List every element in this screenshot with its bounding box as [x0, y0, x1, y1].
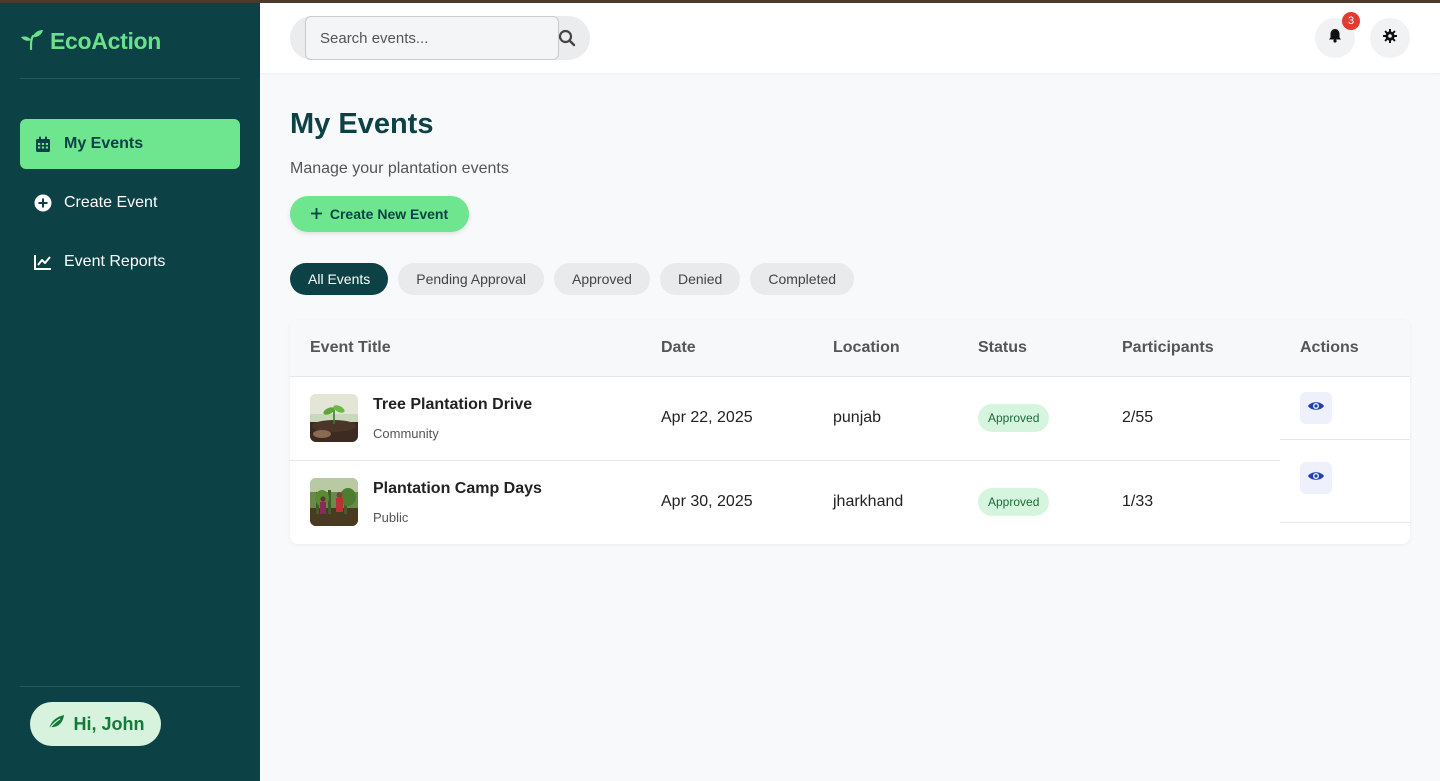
greeting-text: Hi, John	[73, 713, 145, 734]
event-participants: 1/33	[1122, 493, 1154, 510]
column-header: Status	[978, 339, 1027, 356]
sidebar-item-my-events[interactable]: My Events	[20, 119, 240, 169]
search-input[interactable]	[305, 16, 559, 60]
sidebar-divider	[20, 78, 240, 79]
sidebar-nav: My Events Create Event Event Reports	[20, 119, 240, 296]
column-header: Actions	[1300, 339, 1359, 356]
create-button-label: Create New Event	[329, 206, 449, 222]
brand-logo[interactable]: EcoAction	[20, 26, 161, 56]
filter-approved[interactable]: Approved	[554, 263, 650, 295]
sidebar-item-label: Create Event	[64, 194, 158, 211]
top-header: 3	[260, 3, 1440, 73]
gear-icon	[1383, 28, 1397, 48]
row-actions	[1280, 440, 1410, 523]
eye-icon	[1307, 469, 1325, 487]
view-event-button[interactable]	[1300, 392, 1332, 424]
table-row: Plantation Camp Days Public Apr 30, 2025…	[290, 461, 1280, 543]
event-title[interactable]: Tree Plantation Drive	[373, 396, 532, 414]
user-greeting[interactable]: Hi, John	[30, 702, 161, 746]
sidebar-item-event-reports[interactable]: Event Reports	[20, 237, 240, 287]
page-title: My Events	[290, 108, 434, 140]
status-badge: Approved	[978, 404, 1050, 432]
line-chart-icon	[34, 253, 52, 271]
event-location: jharkhand	[833, 493, 904, 510]
status-badge: Approved	[978, 488, 1050, 516]
column-header: Location	[833, 339, 900, 356]
event-thumbnail	[310, 478, 358, 526]
column-header: Date	[661, 339, 696, 356]
event-thumbnail	[310, 394, 358, 442]
sidebar-divider	[20, 686, 240, 687]
search-icon[interactable]	[558, 29, 576, 47]
event-date: Apr 30, 2025	[661, 493, 753, 510]
leaf-icon	[47, 714, 65, 735]
page-subtitle: Manage your plantation events	[290, 160, 509, 177]
filter-denied[interactable]: Denied	[659, 263, 741, 295]
notification-badge: 3	[1342, 12, 1360, 30]
bell-icon	[1328, 28, 1342, 48]
search-bar	[290, 16, 590, 60]
event-participants: 2/55	[1122, 409, 1154, 426]
sprout-icon	[20, 28, 44, 55]
event-location: punjab	[833, 409, 882, 426]
top-accent-line	[0, 0, 1440, 3]
events-table: Event Title Date Location Status Partici…	[290, 320, 1410, 544]
eye-icon	[1307, 399, 1325, 417]
sidebar-item-create-event[interactable]: Create Event	[20, 178, 240, 228]
column-header: Participants	[1122, 339, 1214, 356]
filter-pending-approval[interactable]: Pending Approval	[398, 263, 545, 295]
calendar-icon	[34, 135, 52, 153]
view-event-button[interactable]	[1300, 462, 1332, 494]
plus-icon	[310, 206, 322, 222]
column-header: Event Title	[310, 339, 391, 356]
sidebar-item-label: Event Reports	[64, 253, 166, 270]
plus-circle-icon	[34, 194, 52, 212]
event-type: Community	[373, 426, 439, 441]
settings-button[interactable]	[1370, 18, 1410, 58]
event-title[interactable]: Plantation Camp Days	[373, 480, 542, 498]
filter-completed[interactable]: Completed	[750, 263, 855, 295]
filter-all-events[interactable]: All Events	[290, 263, 389, 295]
brand-name: EcoAction	[50, 27, 162, 54]
table-header: Event Title Date Location Status Partici…	[290, 320, 1410, 377]
create-new-event-button[interactable]: Create New Event	[290, 196, 469, 232]
sidebar-item-label: My Events	[64, 135, 144, 152]
status-filter-tabs: All Events Pending Approval Approved Den…	[290, 263, 855, 295]
table-row: Tree Plantation Drive Community Apr 22, …	[290, 377, 1280, 461]
sidebar: EcoAction My Events Create Event Event R…	[0, 0, 260, 781]
notifications-button[interactable]: 3	[1315, 12, 1360, 58]
row-actions	[1280, 377, 1410, 440]
event-date: Apr 22, 2025	[661, 409, 753, 426]
event-type: Public	[373, 510, 409, 525]
